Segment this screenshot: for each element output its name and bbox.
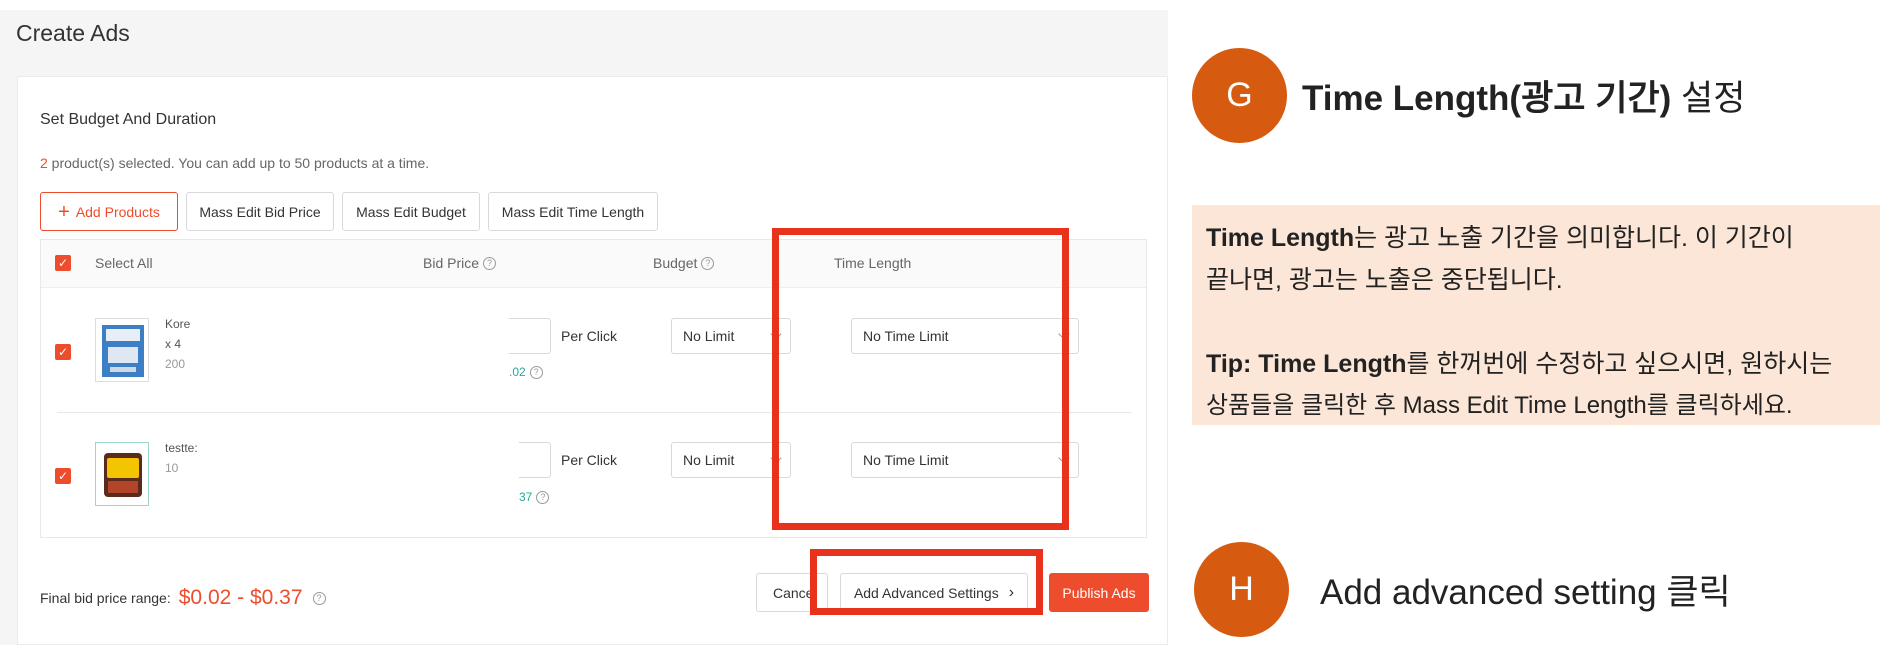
tip-line-3: Tip: Time Length를 한꺼번에 수정하고 싶으시면, 원하시는 (1206, 343, 1866, 385)
row-checkbox[interactable]: ✓ (55, 468, 71, 484)
mass-edit-bid-button[interactable]: Mass Edit Bid Price (186, 192, 334, 231)
publish-ads-button[interactable]: Publish Ads (1049, 573, 1149, 612)
header-bid-price-label: Bid Price (423, 255, 480, 271)
help-icon[interactable]: ? (312, 591, 326, 605)
tip-line-1-rest: 는 광고 노출 기간을 의미합니다. 이 기간이 (1354, 224, 1794, 252)
step-g-badge: G (1192, 48, 1287, 143)
header-budget-label: Budget (653, 255, 698, 271)
final-bid-label: Final bid price range: (40, 590, 171, 606)
product-thumbnail (95, 318, 149, 382)
per-click-label: Per Click (561, 452, 618, 468)
final-bid-range: Final bid price range: $0.02 - $0.37 ? (40, 586, 326, 610)
mass-edit-time-button[interactable]: Mass Edit Time Length (488, 192, 658, 231)
selection-info: 2 product(s) selected. You can add up to… (40, 155, 429, 171)
help-icon[interactable]: ? (529, 365, 543, 379)
tip-line-4: 상품들을 클릭한 후 Mass Edit Time Length를 클릭하세요. (1206, 392, 1793, 419)
step-h-title: Add advanced setting 클릭 (1320, 573, 1731, 612)
header-select-all: Select All (95, 255, 153, 271)
suggested-bid: .02 ? (509, 365, 543, 379)
tip-line-3-bold: Tip: Time Length (1206, 350, 1407, 378)
add-products-label: Add Products (75, 203, 160, 220)
tip-line-1-bold: Time Length (1206, 224, 1355, 252)
product-thumbnail (95, 442, 149, 506)
help-icon[interactable]: ? (701, 256, 715, 270)
page-title: Create Ads (16, 20, 130, 46)
budget-select-value: No Limit (683, 452, 735, 468)
time-length-highlight (772, 228, 1069, 530)
product-title: Kore (165, 317, 191, 331)
select-all-checkbox[interactable]: ✓ (55, 255, 71, 271)
product-name: testte: 10 (165, 438, 198, 478)
selected-text: product(s) selected. You can add up to 5… (47, 155, 430, 171)
suggested-bid: 37 ? (519, 490, 550, 504)
tip-line-2: 끝나면, 광고는 노출은 중단됩니다. (1206, 266, 1563, 294)
product-name: Kore x 4 200 (165, 314, 190, 374)
step-g-title-rest: 설정 (1671, 79, 1746, 118)
budget-select-value: No Limit (683, 328, 735, 344)
suggested-bid-value: 37 (519, 490, 533, 504)
tip-line-1: Time Length는 광고 노출 기간을 의미합니다. 이 기간이 (1206, 217, 1866, 259)
per-click-label: Per Click (561, 328, 618, 344)
step-g-title: Time Length(광고 기간) 설정 (1302, 70, 1745, 121)
section-title: Set Budget And Duration (40, 111, 217, 128)
suggested-bid-value: .02 (509, 365, 526, 379)
product-qty: x 4 (165, 337, 182, 351)
help-icon[interactable]: ? (536, 490, 550, 504)
help-icon[interactable]: ? (483, 256, 497, 270)
step-h-badge: H (1194, 542, 1289, 637)
step-g-title-bold: Time Length(광고 기간) (1302, 79, 1672, 118)
bid-price-input[interactable] (509, 318, 551, 354)
plus-icon: + (58, 200, 70, 223)
selected-count: 2 (40, 155, 48, 171)
header-bid-price: Bid Price ? (423, 255, 497, 271)
product-qty: 10 (165, 461, 179, 475)
add-products-button[interactable]: + Add Products (40, 192, 178, 231)
tip-line-3-rest: 를 한꺼번에 수정하고 싶으시면, 원하시는 (1406, 350, 1833, 378)
advanced-settings-highlight (810, 549, 1043, 615)
tip-spacer (1206, 301, 1866, 343)
stage: Create Ads Set Budget And Duration 2 pro… (0, 0, 1880, 645)
product-title: testte: (165, 441, 198, 455)
header-budget: Budget ? (653, 255, 715, 271)
mass-edit-budget-button[interactable]: Mass Edit Budget (342, 192, 480, 231)
final-bid-price: $0.02 - $0.37 (178, 586, 303, 609)
row-checkbox[interactable]: ✓ (55, 344, 71, 360)
product-meta: 200 (165, 357, 186, 371)
tip-box: Time Length는 광고 노출 기간을 의미합니다. 이 기간이 끝나면,… (1192, 205, 1880, 425)
bid-price-input[interactable] (519, 442, 551, 478)
